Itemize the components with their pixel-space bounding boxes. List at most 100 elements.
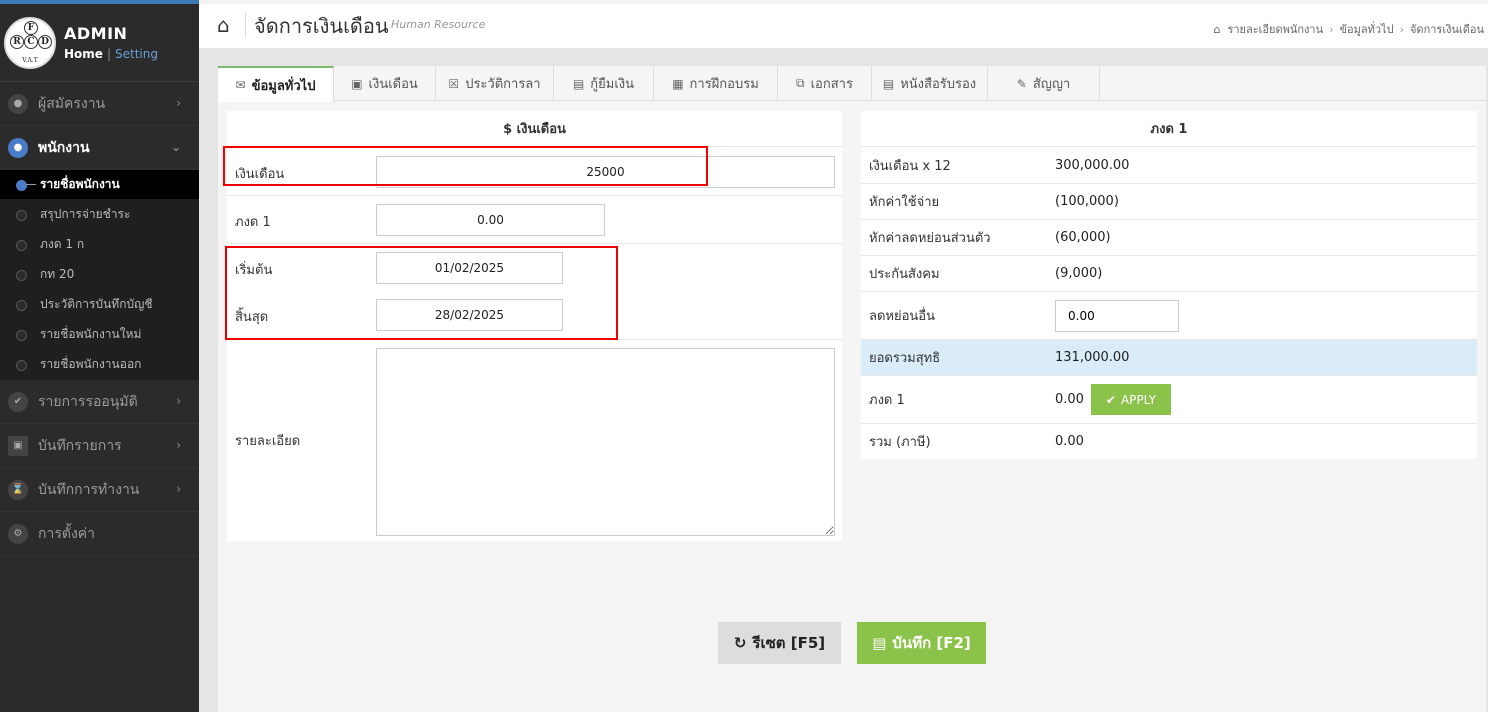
apply-button-label: APPLY (1120, 392, 1157, 407)
summary-row-value: (100,000) (1055, 194, 1119, 209)
tab-label: หนังสือรับรอง (900, 77, 977, 92)
user-icon: ● (8, 137, 28, 158)
sidebar-item-label: บันทึกการทำงาน (38, 481, 140, 498)
sidebar-subitem-new-employees[interactable]: รายชื่อพนักงานใหม่ (0, 320, 199, 350)
sidebar-item-records[interactable]: ▣ บันทึกรายการ › (0, 424, 199, 468)
summary-row-label: หักค่าลดหย่อนส่วนตัว (869, 231, 991, 246)
tab-certificate[interactable]: ▤ หนังสือรับรอง (872, 66, 988, 101)
sidebar-item-employees[interactable]: ● พนักงาน ⌄ (0, 126, 199, 170)
breadcrumb-home-icon[interactable]: ⌂ (1213, 23, 1220, 36)
home-link[interactable]: Home (64, 47, 103, 61)
brand-separator: | (106, 47, 111, 61)
tab-label: เอกสาร (810, 77, 853, 92)
other-deduction-input[interactable] (1055, 300, 1179, 332)
brand: F R C D V.A.T ADMIN Home | Setting (0, 4, 199, 82)
page-subtitle: Human Resource (391, 18, 486, 31)
tab-label: สัญญา (1032, 77, 1071, 92)
reset-button[interactable]: ↻ รีเซต [F5] (718, 622, 841, 664)
tax-total-value: 0.00 (1055, 434, 1084, 449)
gears-icon: ⚙ (8, 523, 28, 544)
summary-row-value: (60,000) (1055, 230, 1111, 245)
sidebar-item-label: ผู้สมัครงาน (38, 95, 106, 112)
sidebar-item-pending-approval[interactable]: ✔ รายการรออนุมัติ › (0, 380, 199, 424)
logo-letter-r: R (10, 34, 24, 49)
chevron-right-icon: › (176, 482, 181, 496)
tab-label: ประวัติการลา (465, 77, 541, 92)
sidebar-item-label: รายการรออนุมัติ (38, 393, 138, 410)
logo-letter-f: F (24, 20, 38, 35)
tab-training[interactable]: ▦ การฝึกอบรม (654, 66, 778, 101)
envelope-icon: ✉ (235, 78, 246, 92)
logo-caption: V.A.T (22, 56, 38, 64)
summary-row: หักค่าใช้จ่าย (100,000) (861, 184, 1477, 220)
summary-row-label: หักค่าใช้จ่าย (869, 195, 940, 210)
refresh-icon: ↻ (733, 634, 747, 652)
pnd1-summary-heading: ภงด 1 (861, 111, 1477, 147)
summary-row-label: เงินเดือน x 12 (869, 159, 951, 174)
hourglass-icon: ⌛ (8, 479, 28, 500)
breadcrumb-employee-detail[interactable]: รายละเอียดพนักงาน (1227, 23, 1323, 36)
sidebar-subitem-resigned-employees[interactable]: รายชื่อพนักงานออก (0, 350, 199, 380)
apply-button[interactable]: ✔ APPLY (1091, 384, 1171, 415)
detail-row: รายละเอียด (227, 340, 842, 541)
copy-icon: ⧉ (796, 76, 805, 90)
tab-leave-history[interactable]: ☒ ประวัติการลา (436, 66, 554, 101)
save-button[interactable]: ▤ บันทึก [F2] (857, 622, 986, 664)
save-button-label: บันทึก [F2] (892, 634, 971, 652)
summary-row: ประกันสังคม (9,000) (861, 256, 1477, 292)
sidebar-subitem-pnd1k[interactable]: ภงด 1 ก (0, 230, 199, 260)
tab-general-info[interactable]: ✉ ข้อมูลทั่วไป (218, 66, 334, 102)
detail-textarea[interactable] (376, 348, 835, 536)
pnd1-label: ภงด 1 (235, 215, 271, 230)
home-icon[interactable]: ⌂ (217, 13, 230, 37)
company-logo[interactable]: F R C D V.A.T (4, 16, 56, 69)
tab-contract[interactable]: ✎ สัญญา (988, 66, 1100, 101)
salary-form-heading: $ เงินเดือน (227, 111, 842, 147)
annotation-highlight-dates (225, 246, 618, 340)
file-icon: ▤ (882, 76, 895, 91)
sidebar-item-settings[interactable]: ⚙ การตั้งค่า (0, 512, 199, 556)
check-icon: ✔ (8, 391, 28, 412)
sidebar-subitem-payment-summary[interactable]: สรุปการจ่ายชำระ (0, 200, 199, 230)
credit-card-icon: ▤ (572, 76, 585, 91)
chevron-right-icon: › (176, 96, 181, 110)
tab-label: เงินเดือน (368, 77, 418, 92)
pnd1-summary-card: ภงด 1 เงินเดือน x 12 300,000.00 หักค่าใช… (861, 111, 1477, 459)
setting-link[interactable]: Setting (115, 47, 158, 61)
sidebar-subitem-accounting-history[interactable]: ประวัติการบันทึกบัญชี (0, 290, 199, 320)
pnd1-summary-value: 0.00 (1055, 392, 1084, 407)
tab-documents[interactable]: ⧉ เอกสาร (778, 66, 872, 101)
page-header: ⌂ จัดการเงินเดือน Human Resource ⌂ รายละ… (199, 0, 1488, 48)
brand-title: ADMIN (64, 24, 128, 43)
tab-loan[interactable]: ▤ กู้ยืมเงิน (554, 66, 654, 101)
summary-row-value: (9,000) (1055, 266, 1103, 281)
other-deduction-row: ลดหย่อนอื่น (861, 292, 1477, 340)
chevron-right-icon: › (176, 438, 181, 452)
check-icon: ✔ (1105, 392, 1116, 407)
sidebar-subitem-employee-list[interactable]: รายชื่อพนักงาน (0, 170, 199, 200)
net-total-value: 131,000.00 (1055, 350, 1130, 365)
breadcrumb-separator: › (1399, 23, 1404, 36)
net-total-row: ยอดรวมสุทธิ 131,000.00 (861, 340, 1477, 376)
summary-row-label: ประกันสังคม (869, 267, 940, 282)
user-icon: ● (8, 93, 28, 114)
breadcrumb-general-info[interactable]: ข้อมูลทั่วไป (1340, 23, 1394, 36)
summary-row-value: 300,000.00 (1055, 158, 1130, 173)
breadcrumb: ⌂ รายละเอียดพนักงาน › ข้อมูลทั่วไป › จัดการเ… (1213, 20, 1484, 38)
main-panel: ✉ ข้อมูลทั่วไป ▣ เงินเดือน ☒ ประวัติการลา ▤… (218, 66, 1486, 712)
money-icon: ▣ (351, 76, 363, 91)
tab-label: การฝึกอบรม (689, 77, 759, 92)
floppy-disk-icon: ▤ (872, 634, 887, 652)
pnd1-input[interactable] (376, 204, 605, 236)
document-icon: ▣ (8, 435, 28, 456)
calendar-icon: ▦ (672, 76, 684, 91)
tab-salary[interactable]: ▣ เงินเดือน (334, 66, 436, 101)
sidebar-item-work-log[interactable]: ⌛ บันทึกการทำงาน › (0, 468, 199, 512)
sidebar-item-applicants[interactable]: ● ผู้สมัครงาน › (0, 82, 199, 126)
page-title: จัดการเงินเดือน (254, 14, 389, 38)
sidebar-subitem-kt20[interactable]: กท 20 (0, 260, 199, 290)
tab-bar: ✉ ข้อมูลทั่วไป ▣ เงินเดือน ☒ ประวัติการลา ▤… (218, 66, 1486, 102)
tab-label: ข้อมูลทั่วไป (251, 78, 316, 94)
sidebar-item-label: บันทึกรายการ (38, 437, 122, 454)
other-deduction-label: ลดหย่อนอื่น (869, 309, 935, 324)
